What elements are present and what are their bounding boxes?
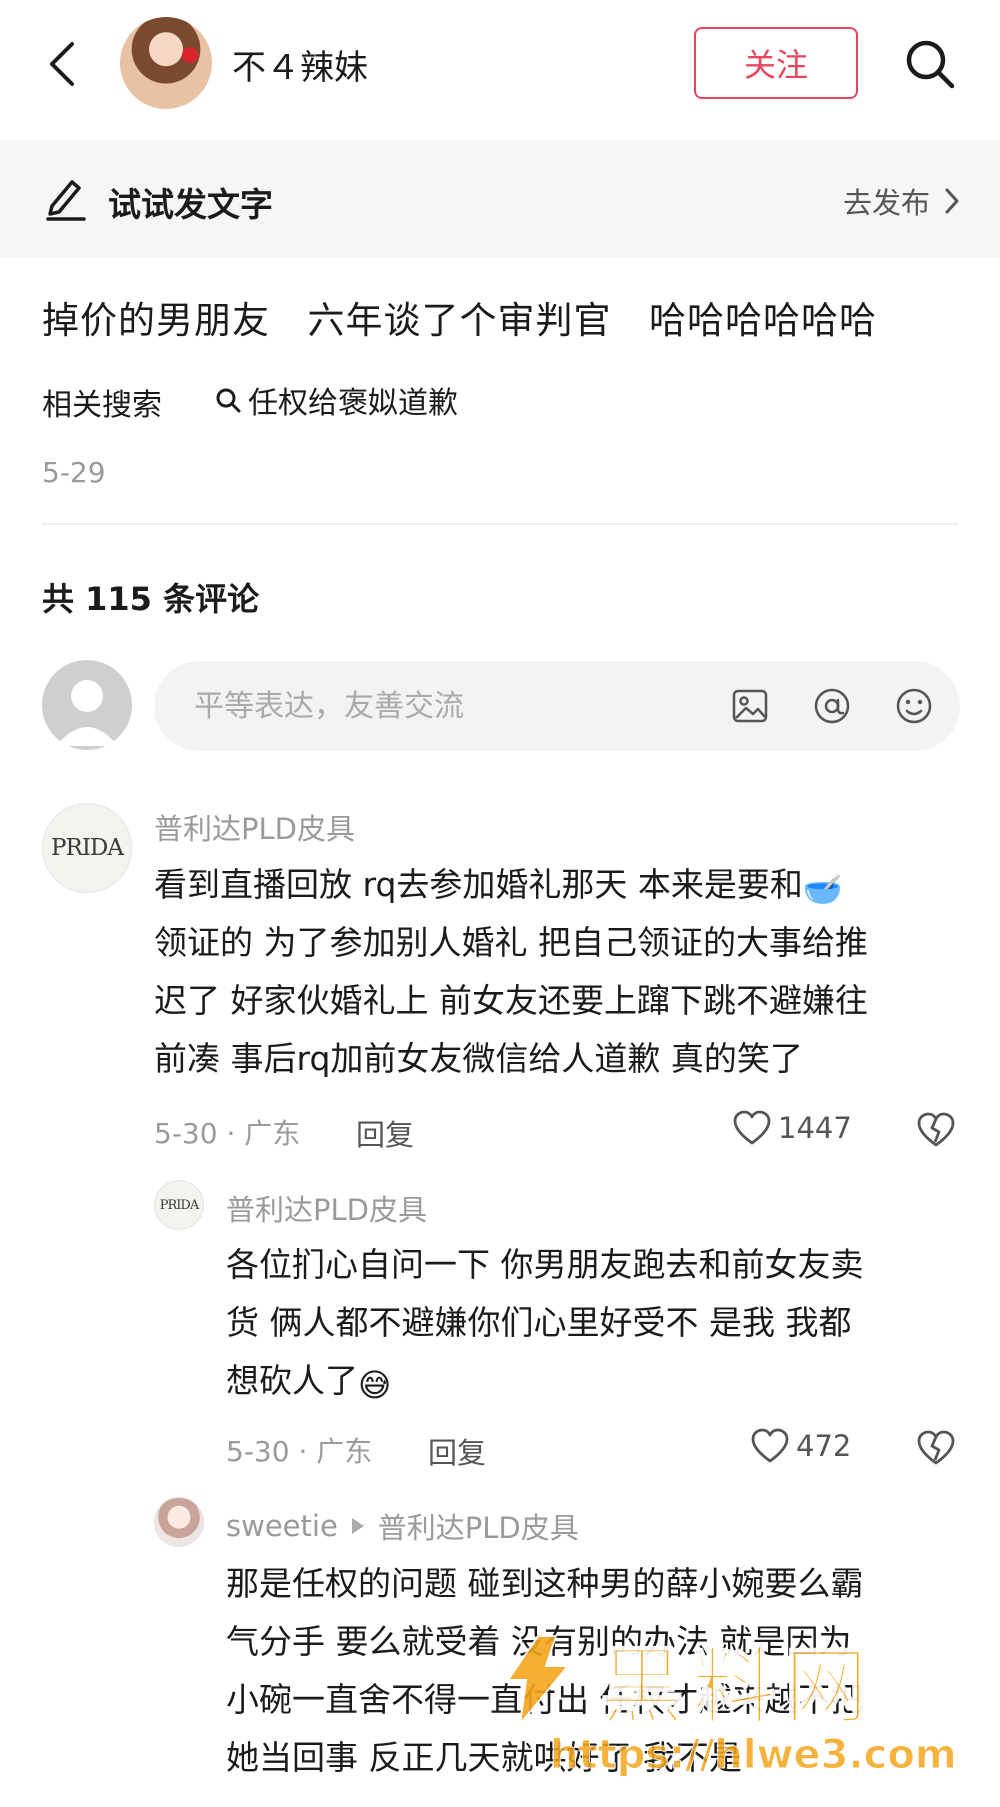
divider [42, 523, 958, 525]
commenter-name[interactable]: 普利达PLD皮具 [154, 806, 355, 848]
comment-line: 货 俩人都不避嫌你们心里好受不 是我 我都 [226, 1303, 852, 1342]
search-button[interactable] [900, 34, 960, 94]
related-search-query: 任权给褒姒道歉 [248, 386, 458, 421]
comment-line: 气分手 要么就受着 没有别的办法 就是因为 [226, 1622, 852, 1661]
flower-decoration [182, 47, 198, 63]
profile-username[interactable]: 不４辣妹 [232, 40, 368, 89]
reply-to-name[interactable]: 普利达PLD皮具 [378, 1505, 579, 1547]
comment-meta: 5-30 · 广东 [226, 1435, 373, 1468]
my-avatar [42, 660, 132, 750]
reply-header: sweetie 普利达PLD皮具 [226, 1505, 579, 1547]
commenter-name[interactable]: 普利达PLD皮具 [226, 1187, 427, 1229]
profile-avatar[interactable] [120, 17, 212, 109]
follow-button[interactable]: 关注 [694, 27, 858, 99]
comment-line: 想砍人了 [226, 1361, 358, 1400]
comment-meta: 5-30 · 广东 [154, 1117, 301, 1150]
broken-heart-icon[interactable] [916, 1428, 956, 1468]
post-title: 掉价的男朋友 六年谈了个审判官 哈哈哈哈哈哈 [42, 299, 878, 342]
reply-button[interactable]: 回复 [428, 1430, 486, 1472]
publish-label: 去发布 [842, 186, 930, 220]
post-date: 5-29 [42, 456, 106, 489]
back-arrow-icon [50, 42, 74, 86]
reply-button[interactable]: 回复 [356, 1112, 414, 1154]
compose-label: 试试发文字 [108, 185, 273, 224]
heart-icon [751, 1428, 789, 1463]
comment-line: 领证的 为了参加别人婚礼 把自己领证的大事给推 [154, 923, 868, 962]
smiley-icon[interactable] [894, 686, 934, 726]
like-count: 1447 [778, 1111, 852, 1145]
top-bar: 不４辣妹 关注 [0, 0, 1000, 130]
default-avatar-icon [56, 680, 118, 746]
image-icon[interactable] [730, 686, 770, 726]
comment-line: 那是任权的问题 碰到这种男的薛小婉要么霸 [226, 1564, 864, 1603]
comment-line: 小碗一直舍不得一直付出 任权才越来越不把 [226, 1680, 864, 1719]
compose-strip[interactable]: 试试发文字 去发布 [0, 140, 1000, 258]
sweat-smile-emoji: 😅 [358, 1366, 392, 1404]
commenter-avatar[interactable]: PRIDA [154, 1180, 204, 1230]
comment-line: 前凑 事后rq加前女友微信给人道歉 真的笑了 [154, 1039, 803, 1078]
like-button[interactable]: 472 [750, 1427, 851, 1465]
comment-input-box[interactable] [154, 661, 960, 751]
related-search-chip[interactable]: 任权给褒姒道歉 [214, 378, 458, 422]
broken-heart-icon[interactable] [916, 1110, 956, 1150]
chevron-right-icon [945, 188, 959, 214]
comment-text: 各位扪心自问一下 你男朋友跑去和前女友卖 货 俩人都不避嫌你们心里好受不 是我 … [226, 1236, 960, 1410]
comment-text: 看到直播回放 rq去参加婚礼那天 本来是要和🥣 领证的 为了参加别人婚礼 把自己… [154, 856, 960, 1088]
comment-line: 各位扪心自问一下 你男朋友跑去和前女友卖 [226, 1245, 864, 1284]
comment-text: 那是任权的问题 碰到这种男的薛小婉要么霸 气分手 要么就受着 没有别的办法 就是… [226, 1555, 960, 1787]
heart-icon [733, 1110, 771, 1145]
commenter-avatar[interactable] [154, 1497, 204, 1547]
comment-line: 看到直播回放 rq去参加婚礼那天 本来是要和 [154, 865, 803, 904]
play-triangle-icon [351, 1518, 364, 1534]
publish-link[interactable]: 去发布 [843, 180, 960, 222]
at-icon[interactable] [812, 686, 852, 726]
like-count: 472 [796, 1429, 852, 1463]
commenter-name[interactable]: sweetie [226, 1509, 338, 1543]
comment-line: 她当回事 反正几天就哄好了 我不是 [226, 1738, 742, 1777]
related-search-label: 相关搜索 [42, 388, 162, 423]
like-button[interactable]: 1447 [732, 1109, 852, 1147]
commenter-avatar[interactable]: PRIDA [42, 803, 132, 893]
comment-count: 共 115 条评论 [42, 580, 260, 618]
comment-line: 迟了 好家伙婚礼上 前女友还要上蹿下跳不避嫌往 [154, 981, 868, 1020]
pencil-icon [46, 180, 86, 221]
search-icon [216, 388, 241, 413]
comment-input[interactable] [194, 661, 734, 751]
search-icon [906, 40, 955, 89]
back-button[interactable] [44, 38, 84, 90]
bowl-emoji: 🥣 [802, 870, 843, 908]
